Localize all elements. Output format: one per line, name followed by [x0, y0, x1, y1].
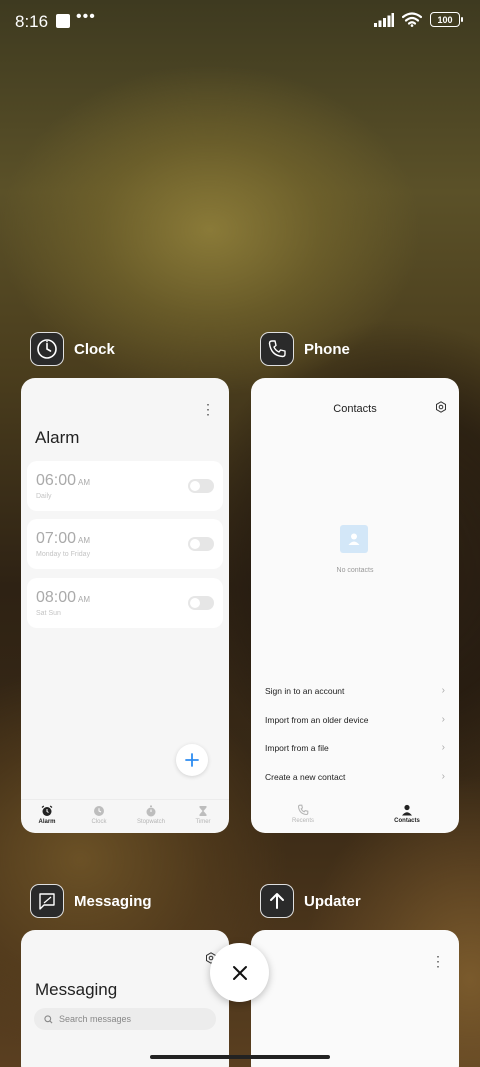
settings-icon[interactable] [435, 401, 447, 413]
chevron-right-icon: › [441, 714, 445, 725]
status-bar: 8:16 ••• 100 [0, 0, 480, 44]
notification-square-icon [56, 14, 70, 28]
clear-all-button[interactable] [210, 943, 269, 1002]
clock-card-header[interactable]: Clock [30, 332, 115, 366]
status-time: 8:16 [15, 12, 49, 31]
alarm-icon [41, 805, 53, 816]
hourglass-icon [199, 806, 207, 816]
search-input[interactable]: Search messages [34, 1008, 216, 1030]
alarm-title: Alarm [35, 428, 80, 447]
updater-card-header[interactable]: Updater [260, 884, 361, 918]
clock-tabbar: Alarm Clock Stopwatch Timer [21, 799, 229, 833]
stopwatch-icon [146, 805, 156, 817]
empty-contacts-text: No contacts [336, 567, 374, 574]
tab-label: Stopwatch [136, 819, 166, 825]
alarm-item[interactable]: 08:00 AM Sat Sun [27, 578, 223, 628]
messaging-app-icon[interactable] [30, 884, 64, 918]
clock-app-name: Clock [74, 340, 115, 358]
menu-item-create-contact[interactable]: Create a new contact › [265, 771, 445, 782]
battery-icon: 100 [430, 12, 463, 27]
messaging-card-header[interactable]: Messaging [30, 884, 152, 918]
menu-item-sign-in[interactable]: Sign in to an account › [265, 685, 445, 696]
phone-icon [297, 804, 309, 816]
clock-card[interactable]: ⋮ Alarm 06:00 AM Daily 07:00 AM Monday to … [21, 378, 229, 833]
alarm-item[interactable]: 07:00 AM Monday to Friday [27, 519, 223, 569]
tab-label: Timer [195, 819, 211, 825]
messaging-title: Messaging [35, 980, 118, 999]
tab-label: Clock [91, 819, 107, 825]
messaging-app-name: Messaging [74, 892, 152, 910]
more-notifications-icon: ••• [76, 8, 96, 25]
updater-card[interactable]: ⋮ [251, 930, 459, 1067]
tab-timer[interactable]: Timer [177, 800, 229, 833]
updater-app-name: Updater [304, 892, 361, 910]
empty-contacts-icon [340, 525, 368, 553]
phone-card-header[interactable]: Phone [260, 332, 350, 366]
search-icon [44, 1014, 53, 1023]
phone-app-icon[interactable] [260, 332, 294, 366]
alarm-repeat: Sat Sun [36, 610, 61, 617]
tab-recents[interactable]: Recents [251, 799, 355, 833]
alarm-time: 07:00 AM [36, 530, 91, 547]
messaging-card[interactable]: Messaging Search messages [21, 930, 229, 1067]
clock-app-icon[interactable] [30, 332, 64, 366]
alarm-toggle[interactable] [188, 596, 214, 610]
search-placeholder: Search messages [59, 1014, 132, 1024]
tab-label: Alarm [38, 819, 56, 825]
chevron-right-icon: › [441, 685, 445, 696]
tab-label: Contacts [394, 818, 420, 824]
alarm-toggle[interactable] [188, 537, 214, 551]
phone-app-name: Phone [304, 340, 350, 358]
close-icon [232, 965, 247, 980]
alarm-item[interactable]: 06:00 AM Daily [27, 461, 223, 511]
menu-item-import-file[interactable]: Import from a file › [265, 742, 445, 753]
battery-level: 100 [437, 14, 453, 25]
alarm-time: 08:00 AM [36, 589, 91, 606]
tab-contacts[interactable]: Contacts [355, 799, 459, 833]
wifi-icon [402, 12, 422, 27]
phone-card[interactable]: Contacts No contacts Sign in to an accou… [251, 378, 459, 833]
tab-alarm[interactable]: Alarm [21, 800, 73, 833]
contacts-title: Contacts [333, 403, 377, 415]
more-options-icon[interactable]: ⋮ [201, 402, 215, 416]
chevron-right-icon: › [441, 742, 445, 753]
phone-tabbar: Recents Contacts [251, 799, 459, 833]
alarm-toggle[interactable] [188, 479, 214, 493]
more-options-icon[interactable]: ⋮ [431, 954, 445, 968]
alarm-time: 06:00 AM [36, 472, 91, 489]
updater-app-icon[interactable] [260, 884, 294, 918]
menu-item-import-device[interactable]: Import from an older device › [265, 714, 445, 725]
clock-icon [94, 806, 104, 816]
add-alarm-button[interactable] [176, 744, 208, 776]
chevron-right-icon: › [441, 771, 445, 782]
plus-icon [185, 753, 199, 767]
person-icon [402, 804, 412, 816]
tab-label: Recents [291, 818, 314, 824]
home-indicator[interactable] [150, 1055, 330, 1059]
alarm-repeat: Daily [36, 493, 52, 500]
tab-clock[interactable]: Clock [73, 800, 125, 833]
alarm-repeat: Monday to Friday [36, 551, 91, 558]
signal-icon [374, 12, 394, 27]
tab-stopwatch[interactable]: Stopwatch [125, 800, 177, 833]
